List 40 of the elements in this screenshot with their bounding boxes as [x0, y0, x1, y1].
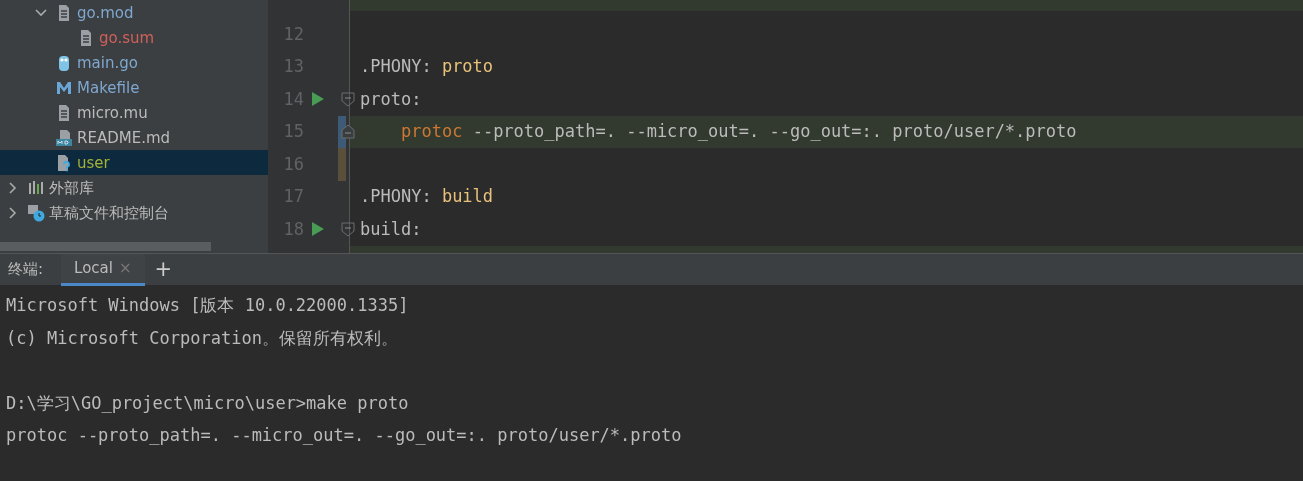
file-name: go.mod [77, 3, 134, 22]
terminal-tab[interactable]: Local × [61, 253, 145, 286]
expanded-chevron-icon[interactable] [33, 8, 49, 17]
file-name: README.md [77, 128, 171, 147]
terminal-line: protoc --proto_path=. --micro_out=. --go_out=:. proto/user/*.proto [6, 424, 683, 447]
terminal-line: (c) Microsoft Corporation。保留所有权利。 [6, 326, 399, 350]
fold-icon[interactable] [341, 91, 355, 107]
terminal-line: D:\学习\GO_project\micro\user>make proto [6, 391, 410, 415]
scrollbar[interactable] [0, 242, 211, 251]
tree-item[interactable]: README.md [0, 125, 268, 150]
tree-item[interactable]: user [0, 150, 268, 175]
file-name: main.go [77, 53, 138, 72]
scratch-clock-icon [27, 203, 45, 222]
terminal-line: Microsoft Windows [版本 10.0.22000.1335] [6, 294, 410, 317]
file-name: 外部库 [49, 178, 94, 197]
code-line: .PHONY: proto [360, 55, 494, 78]
library-icon [27, 178, 45, 197]
tree-item[interactable]: micro.mu [0, 100, 268, 125]
add-tab-button[interactable]: + [144, 259, 183, 280]
tree-item[interactable]: go.mod [0, 0, 268, 25]
tree-item[interactable]: 外部库 [0, 175, 268, 200]
tree-item[interactable]: go.sum [0, 25, 268, 50]
markdown-file-icon [55, 128, 73, 147]
file-name: micro.mu [77, 103, 148, 122]
unknown-file-icon [55, 153, 73, 172]
tree-item[interactable]: Makefile [0, 75, 268, 100]
code-line: proto: [360, 87, 422, 111]
file-name: Makefile [77, 78, 140, 97]
run-icon[interactable] [311, 221, 325, 238]
code-line: .PHONY: build [360, 185, 494, 208]
file-name: go.sum [99, 28, 155, 47]
file-name: 草稿文件和控制台 [49, 203, 169, 222]
code-line: build: [360, 217, 422, 241]
run-icon[interactable] [311, 91, 325, 108]
fold-icon[interactable] [341, 221, 355, 237]
tree-item[interactable]: main.go [0, 50, 268, 75]
terminal-title: 终端: [8, 259, 44, 281]
tree-item[interactable]: 草稿文件和控制台 [0, 200, 268, 225]
file-name: user [77, 153, 110, 172]
code-line: protoc --proto_path=. --micro_out=. --go_out=:. proto/user/*.proto [401, 120, 1077, 143]
